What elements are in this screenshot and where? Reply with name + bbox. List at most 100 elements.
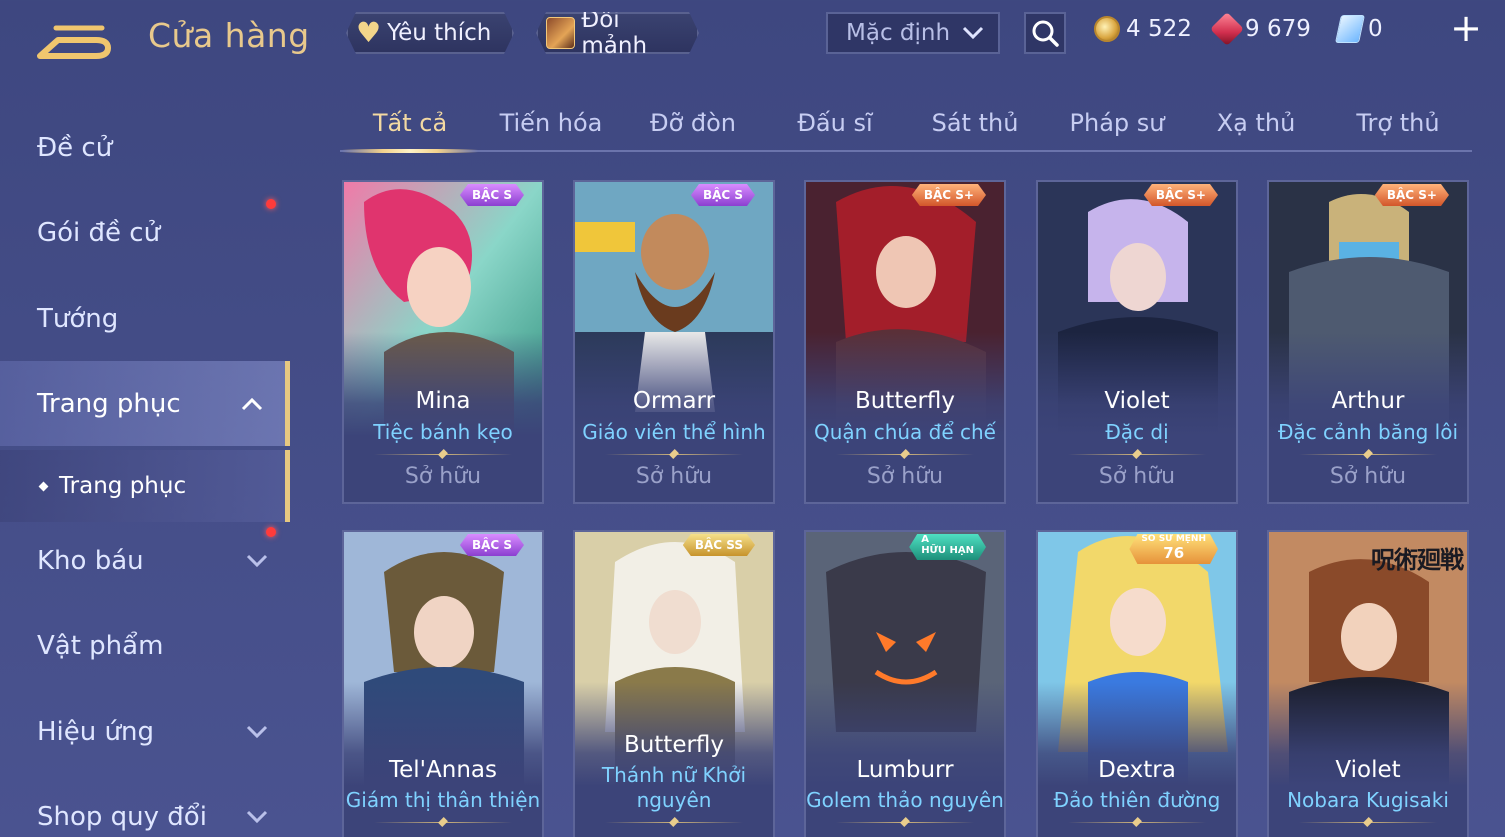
- favorites-button[interactable]: ♥ Yêu thích: [346, 12, 514, 54]
- sidebar-item-effects[interactable]: Hiệu ứng: [0, 689, 290, 774]
- tier-badge: BẬC S+: [1144, 184, 1218, 206]
- exchange-shards-button[interactable]: Đổi mảnh: [536, 12, 699, 54]
- skin-card[interactable]: BẬC S Tel'Annas Giám thị thân thiện: [342, 530, 544, 837]
- sidebar-item-label: Gói đề cử: [37, 217, 161, 248]
- tier-badge: A HỮU HẠN: [909, 534, 986, 560]
- card-divider: [605, 454, 743, 455]
- diamond-bullet-icon: [38, 481, 49, 491]
- hero-name: Butterfly: [854, 388, 956, 414]
- sidebar-subitem-skins[interactable]: Trang phục: [0, 450, 290, 522]
- tab-support[interactable]: Trợ thủ: [1346, 100, 1450, 150]
- skin-name: Tiệc bánh kẹo: [373, 420, 513, 444]
- ruby-balance: 9 679: [1210, 12, 1311, 46]
- sidebar-item-label: Shop quy đổi: [37, 801, 207, 832]
- tab-evolution[interactable]: Tiến hóa: [490, 100, 612, 150]
- gold-balance: 4 522: [1094, 12, 1192, 46]
- mission-badge-number: 76: [1163, 544, 1185, 562]
- sidebar-item-exchange-shop[interactable]: Shop quy đổi: [0, 774, 290, 837]
- sidebar-item-skins[interactable]: Trang phục: [0, 361, 290, 446]
- plus-icon[interactable]: +: [1448, 9, 1484, 47]
- skin-name: Giám thị thân thiện: [345, 788, 541, 812]
- tier-badge: BẬC S+: [1375, 184, 1449, 206]
- hero-name: Ormarr: [632, 388, 716, 414]
- search-icon: [1032, 20, 1059, 47]
- back-icon[interactable]: [36, 18, 116, 60]
- ruby-amount: 9 679: [1245, 16, 1311, 42]
- hero-name: Dextra: [1098, 757, 1176, 783]
- sidebar-item-items[interactable]: Vật phẩm: [0, 603, 290, 688]
- card-divider: [605, 822, 743, 823]
- tab-fighter[interactable]: Đấu sĩ: [780, 100, 890, 150]
- limited-label: HỮU HẠN: [921, 545, 974, 556]
- skin-card[interactable]: A HỮU HẠN Lumburr Golem thảo nguyên: [804, 530, 1006, 837]
- sort-dropdown[interactable]: Mặc định: [826, 12, 1000, 54]
- chest-icon: [546, 17, 575, 49]
- sidebar-item-label: Kho báu: [37, 545, 144, 576]
- skin-card[interactable]: BẬC S+ Violet Đặc dị Sở hữu: [1036, 180, 1238, 504]
- sidebar-subitem-label: Trang phục: [59, 473, 187, 499]
- tab-assassin[interactable]: Sát thủ: [920, 100, 1030, 150]
- notification-dot: [266, 199, 276, 209]
- card-divider: [1299, 822, 1437, 823]
- skin-name: Nobara Kugisaki: [1287, 788, 1449, 812]
- card-divider: [374, 454, 512, 455]
- sidebar-item-heroes[interactable]: Tướng: [0, 276, 290, 361]
- tier-badge: BẬC S: [460, 534, 524, 556]
- card-divider: [1068, 454, 1206, 455]
- hero-name: Mina: [415, 388, 471, 414]
- page-title: Cửa hàng: [148, 16, 310, 55]
- tier-badge: BẬC S+: [912, 184, 986, 206]
- sidebar: Đề cử Gói đề cử Tướng Trang phục Trang p…: [0, 90, 290, 837]
- chevron-down-icon: [246, 725, 268, 738]
- skin-name: Giáo viên thể hình: [582, 420, 766, 444]
- ruby-icon: [1210, 12, 1244, 46]
- card-divider: [836, 822, 974, 823]
- hero-name: Violet: [1335, 757, 1401, 783]
- owned-status: Sở hữu: [866, 464, 944, 489]
- skin-name: Golem thảo nguyên: [806, 788, 1004, 812]
- voucher-amount: 0: [1368, 16, 1383, 42]
- skin-card[interactable]: BẬC S Mina Tiệc bánh kẹo Sở hữu: [342, 180, 544, 504]
- card-divider: [836, 454, 974, 455]
- skin-card[interactable]: BẬC S+ Arthur Đặc cảnh băng lôi Sở hữu: [1267, 180, 1469, 504]
- chevron-up-icon: [241, 397, 263, 410]
- franchise-logo: 呪術廻戦: [1371, 546, 1464, 574]
- tier-badge-label: A: [921, 534, 929, 545]
- skin-card[interactable]: 呪術廻戦 Violet Nobara Kugisaki: [1267, 530, 1469, 837]
- tier-badge: BẬC S: [460, 184, 524, 206]
- gold-coin-icon: [1094, 16, 1120, 42]
- owned-status: Sở hữu: [635, 464, 713, 489]
- skin-card[interactable]: BẬC SS Butterfly Thánh nữ Khởi nguyên: [573, 530, 775, 837]
- hero-name: Butterfly: [623, 732, 725, 758]
- sidebar-item-label: Hiệu ứng: [37, 716, 154, 747]
- favorites-label: Yêu thích: [387, 20, 492, 46]
- owned-status: Sở hữu: [1098, 464, 1176, 489]
- exchange-shards-label: Đổi mảnh: [581, 7, 648, 59]
- skin-name: Quận chúa để chế: [813, 420, 996, 444]
- sidebar-item-recommended[interactable]: Đề cử: [0, 105, 290, 190]
- tab-tank[interactable]: Đỡ đòn: [633, 100, 753, 150]
- top-bar: Cửa hàng ♥ Yêu thích Đổi mảnh Mặc định 4…: [0, 0, 1505, 80]
- voucher-balance: 0: [1335, 12, 1383, 46]
- skin-card[interactable]: BẬC S Ormarr Giáo viên thể hình Sở hữu: [573, 180, 775, 504]
- sidebar-item-label: Đề cử: [37, 132, 113, 163]
- heart-icon: ♥: [356, 16, 382, 49]
- skin-card[interactable]: BẬC S+ Butterfly Quận chúa để chế Sở hữu: [804, 180, 1006, 504]
- sidebar-item-label: Trang phục: [37, 388, 181, 419]
- skin-card[interactable]: SỐ SỨ MỆNH 76 Dextra Đảo thiên đường: [1036, 530, 1238, 837]
- skin-name: Đặc cảnh băng lôi: [1277, 420, 1459, 444]
- tab-marksman[interactable]: Xạ thủ: [1206, 100, 1306, 150]
- sidebar-item-recommended-bundles[interactable]: Gói đề cử: [0, 190, 290, 275]
- chevron-down-icon: [246, 810, 268, 823]
- sidebar-item-treasure[interactable]: Kho báu: [0, 518, 290, 603]
- card-divider: [1299, 454, 1437, 455]
- search-button[interactable]: [1024, 12, 1066, 54]
- chevron-down-icon: [246, 554, 268, 567]
- sidebar-item-label: Tướng: [37, 303, 119, 334]
- skin-name: Thánh nữ Khởi nguyên: [601, 763, 747, 812]
- hero-name: Arthur: [1331, 388, 1405, 414]
- tab-all[interactable]: Tất cả: [342, 100, 478, 153]
- tier-badge: BẬC S: [691, 184, 755, 206]
- tab-mage[interactable]: Pháp sư: [1062, 100, 1172, 150]
- chevron-down-icon: [962, 26, 984, 40]
